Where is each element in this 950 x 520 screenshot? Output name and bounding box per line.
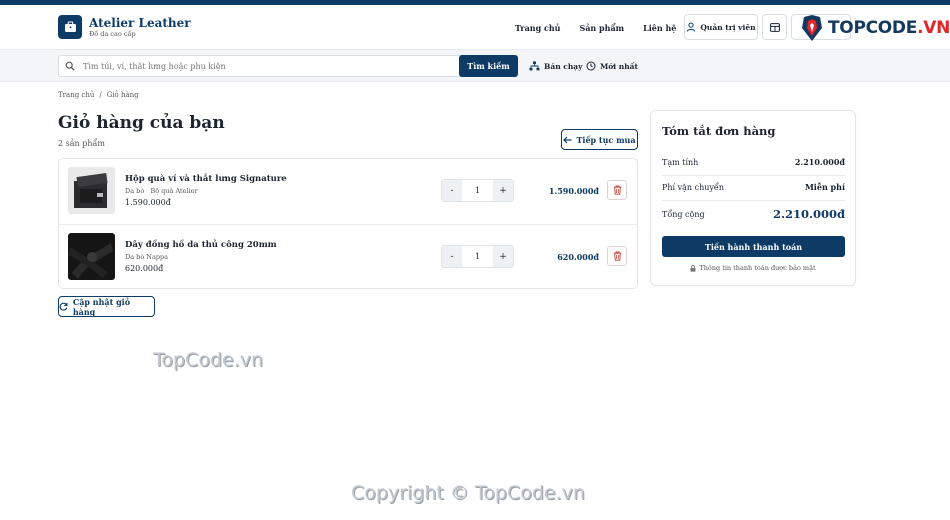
page-title: Giỏ hàng của bạn	[58, 113, 225, 133]
item-count: 2 sản phẩm	[58, 139, 105, 148]
quantity-decrease-button[interactable]: -	[442, 180, 462, 201]
checkout-button[interactable]: Tiến hành thanh toán	[662, 236, 845, 257]
brand-name[interactable]: Atelier Leather	[89, 16, 191, 30]
total-label: Tổng cộng	[662, 209, 705, 219]
quantity-decrease-button[interactable]: -	[442, 246, 462, 267]
product-image[interactable]	[68, 233, 115, 280]
sitemap-icon	[529, 61, 540, 71]
summary-divider	[662, 200, 845, 201]
shipping-row: Phí vận chuyển Miễn phí	[662, 182, 845, 192]
search-bar: Tìm kiếm Bán chạy Mới nhất	[0, 50, 950, 82]
watermark-logo: TOPCODE.VN	[800, 13, 950, 43]
search-icon	[65, 61, 75, 71]
main-nav: Trang chủ Sản phẩm Liên hệ	[515, 5, 676, 50]
search-button[interactable]: Tìm kiếm	[459, 55, 518, 77]
clock-icon	[586, 61, 596, 71]
newest-label: Mới nhất	[600, 61, 638, 71]
dashboard-button[interactable]	[762, 14, 787, 40]
order-summary: Tóm tắt đơn hàng Tạm tính 2.210.000đ Phí…	[650, 110, 856, 286]
update-cart-button[interactable]: Cập nhật giỏ hàng	[58, 296, 155, 317]
total-row: Tổng cộng 2.210.000đ	[662, 207, 845, 221]
refresh-icon	[59, 302, 68, 311]
summary-title: Tóm tắt đơn hàng	[662, 124, 776, 138]
newest-link[interactable]: Mới nhất	[586, 55, 638, 77]
layout-icon	[769, 22, 780, 32]
secure-note-text: Thông tin thanh toán được bảo mật	[699, 264, 816, 272]
product-material: Da bò Nappa	[125, 253, 169, 261]
search-input[interactable]	[83, 61, 443, 71]
line-total: 620.000đ	[557, 252, 599, 262]
subtotal-label: Tạm tính	[662, 157, 699, 167]
product-category: Bộ quà Atelier	[150, 187, 198, 195]
product-name[interactable]: Hộp quà ví và thắt lưng Signature	[125, 174, 287, 184]
remove-item-button[interactable]	[607, 180, 627, 200]
watermark-center: TopCode.vn	[153, 349, 264, 371]
nav-contact[interactable]: Liên hệ	[643, 23, 676, 33]
watermark-logo-text-a: TOPCODE	[828, 18, 918, 38]
bestseller-link[interactable]: Bán chạy	[529, 55, 583, 77]
breadcrumb-home[interactable]: Trang chủ	[58, 91, 94, 99]
line-total: 1.590.000đ	[548, 186, 599, 196]
secure-note: Thông tin thanh toán được bảo mật	[651, 264, 855, 272]
trash-icon	[613, 185, 621, 195]
quantity-stepper: - 1 +	[441, 179, 514, 202]
nav-products[interactable]: Sản phẩm	[579, 23, 624, 33]
product-image[interactable]	[68, 167, 115, 214]
admin-button[interactable]: Quản trị viên	[684, 14, 758, 40]
watermark-logo-text: TOPCODE.VN	[828, 18, 950, 38]
summary-divider	[662, 175, 845, 176]
shipping-value: Miễn phí	[804, 182, 845, 192]
watermark-footer: Copyright © TopCode.vn	[351, 482, 585, 504]
topcode-logo-icon	[802, 15, 822, 41]
breadcrumb-current: Giỏ hàng	[106, 91, 139, 99]
briefcase-icon	[64, 21, 76, 32]
shipping-label: Phí vận chuyển	[662, 182, 724, 192]
watermark-logo-text-b: .VN	[917, 18, 950, 38]
search-box: Tìm kiếm	[58, 55, 518, 77]
product-unit-price: 1.590.000đ	[125, 198, 171, 207]
product-material: Da bò	[125, 187, 145, 195]
total-value: 2.210.000đ	[772, 207, 845, 221]
quantity-increase-button[interactable]: +	[493, 180, 513, 201]
continue-shopping-button[interactable]: Tiếp tục mua	[561, 129, 638, 150]
subtotal-row: Tạm tính 2.210.000đ	[662, 157, 845, 167]
breadcrumb: Trang chủ / Giỏ hàng	[58, 91, 139, 99]
continue-label: Tiếp tục mua	[576, 134, 636, 145]
bestseller-label: Bán chạy	[544, 61, 583, 71]
cart-items-list: Hộp quà ví và thắt lưng Signature Da bò …	[58, 158, 638, 289]
quantity-increase-button[interactable]: +	[493, 246, 513, 267]
user-icon	[687, 22, 696, 32]
product-unit-price: 620.000đ	[125, 264, 164, 273]
product-meta: Da bò Nappa	[125, 253, 168, 261]
cart-row: Dây đồng hồ da thủ công 20mm Da bò Nappa…	[59, 224, 637, 288]
cart-row: Hộp quà ví và thắt lưng Signature Da bò …	[59, 159, 637, 223]
quantity-value[interactable]: 1	[462, 180, 493, 201]
lock-icon	[690, 264, 696, 272]
brand-logo[interactable]	[58, 15, 82, 39]
arrow-left-icon	[563, 136, 572, 143]
trash-icon	[613, 251, 621, 261]
remove-item-button[interactable]	[607, 246, 627, 266]
update-cart-label: Cập nhật giỏ hàng	[72, 296, 131, 317]
admin-label: Quản trị viên	[700, 22, 756, 32]
product-meta: Da bò Bộ quà Atelier	[125, 187, 198, 195]
product-name[interactable]: Dây đồng hồ da thủ công 20mm	[125, 240, 277, 250]
quantity-value[interactable]: 1	[462, 246, 493, 267]
site-header: Atelier Leather Đồ da cao cấp Trang chủ …	[0, 5, 950, 50]
subtotal-value: 2.210.000đ	[794, 157, 845, 167]
nav-home[interactable]: Trang chủ	[515, 23, 560, 33]
brand-tagline: Đồ da cao cấp	[89, 29, 136, 38]
quantity-stepper: - 1 +	[441, 245, 514, 268]
breadcrumb-separator: /	[99, 91, 102, 99]
brand: Atelier Leather Đồ da cao cấp	[89, 16, 191, 39]
